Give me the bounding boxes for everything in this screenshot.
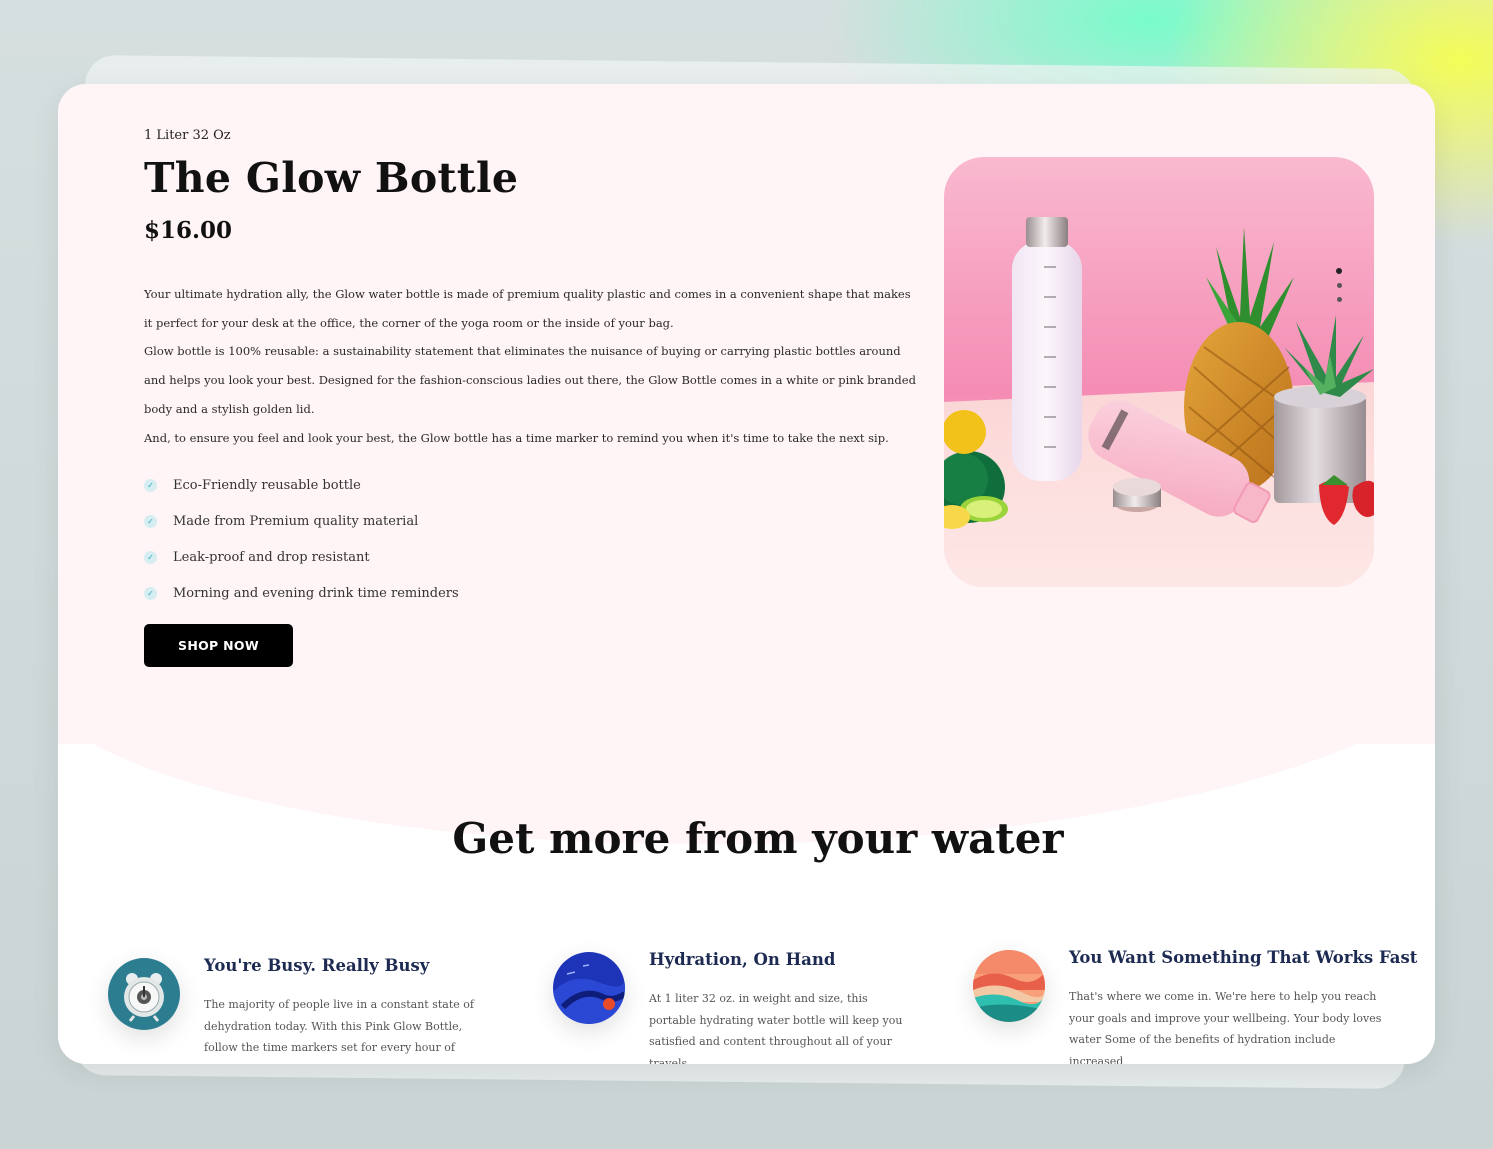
alarm-clock-icon [108,958,180,1030]
check-icon: ✓ [144,586,157,600]
feature-heading: You're Busy. Really Busy [204,956,430,975]
description-paragraph: And, to ensure you feel and look your be… [144,430,889,445]
check-icon: ✓ [144,550,157,564]
more-options-icon[interactable] [1331,268,1347,302]
feature-heading: You Want Something That Works Fast [1069,948,1418,967]
product-page-card: 1 Liter 32 Oz The Glow Bottle $16.00 You… [58,84,1435,1064]
feature-label: Morning and evening drink time reminders [173,585,459,601]
feature-label: Eco-Friendly reusable bottle [173,477,361,493]
product-price: $16.00 [144,217,233,244]
feature-item: ✓ Morning and evening drink time reminde… [144,575,459,611]
product-description: Your ultimate hydration ally, the Glow w… [144,280,919,452]
description-paragraph: Your ultimate hydration ally, the Glow w… [144,287,911,330]
check-icon: ✓ [144,478,157,492]
feature-text: That's where we come in. We're here to h… [1069,990,1382,1064]
description-paragraph: Glow bottle is 100% reusable: a sustaina… [144,344,916,416]
feature-label: Leak-proof and drop resistant [173,549,370,565]
feature-label: Made from Premium quality material [173,513,419,529]
feature-item: ✓ Eco-Friendly reusable bottle [144,467,459,503]
product-size-label: 1 Liter 32 Oz [144,128,231,143]
shop-now-button[interactable]: SHOP NOW [144,624,293,667]
product-title: The Glow Bottle [144,154,519,202]
feature-list: ✓ Eco-Friendly reusable bottle ✓ Made fr… [144,467,459,611]
check-icon: ✓ [144,514,157,528]
section-title: Get more from your water [452,814,1064,863]
feature-text: The majority of people live in a constan… [204,998,474,1064]
feature-item: ✓ Made from Premium quality material [144,503,459,539]
feature-item: ✓ Leak-proof and drop resistant [144,539,459,575]
ocean-planet-icon [553,952,625,1024]
product-photo [944,157,1374,587]
sunset-landscape-icon [973,950,1045,1022]
feature-text: At 1 liter 32 oz. in weight and size, th… [649,992,903,1064]
feature-heading: Hydration, On Hand [649,950,836,969]
